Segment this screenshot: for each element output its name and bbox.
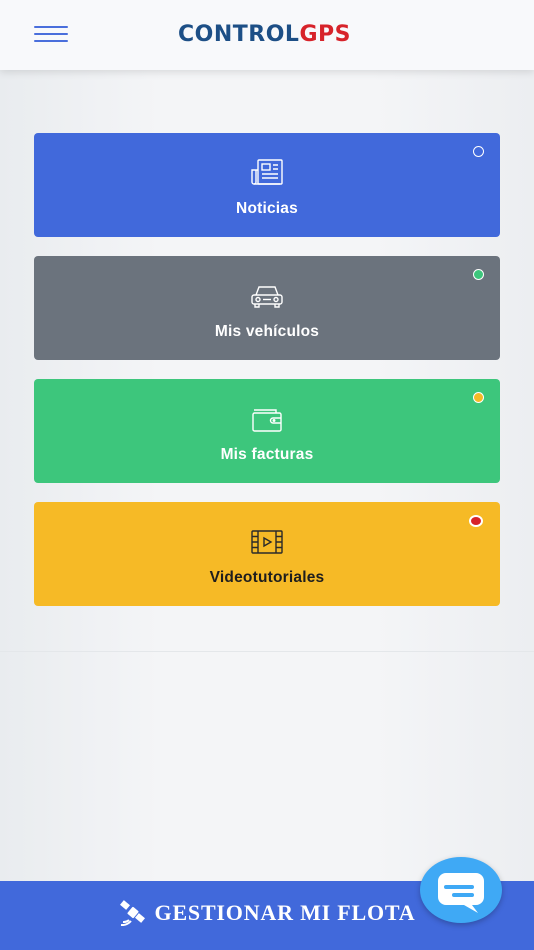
card-label: Noticias xyxy=(236,200,298,217)
status-dot xyxy=(473,146,484,157)
status-dot xyxy=(473,269,484,280)
menu-cards: Noticias Mis vehículos Mis facturas Vide… xyxy=(34,133,500,625)
status-dot xyxy=(469,515,483,527)
divider xyxy=(0,651,534,652)
card-label: Mis vehículos xyxy=(214,323,320,340)
card-mis-facturas[interactable]: Mis facturas xyxy=(34,379,500,483)
satellite-icon xyxy=(119,899,145,926)
car-icon xyxy=(251,286,283,308)
chat-bubble-icon xyxy=(438,873,484,913)
card-label: Videotutoriales xyxy=(209,569,325,586)
newspaper-icon xyxy=(251,159,283,185)
card-label: Mis facturas xyxy=(220,446,314,463)
logo-text-control: CONTROL xyxy=(178,22,300,47)
card-videotutoriales[interactable]: Videotutoriales xyxy=(34,502,500,606)
card-mis-vehiculos[interactable]: Mis vehículos xyxy=(34,256,500,360)
logo-text-gps: GPS xyxy=(299,22,351,47)
top-bar: CONTROLGPS xyxy=(0,0,534,70)
film-icon xyxy=(251,530,283,554)
app-logo: CONTROLGPS xyxy=(178,20,351,50)
status-dot xyxy=(473,392,484,403)
card-noticias[interactable]: Noticias xyxy=(34,133,500,237)
wallet-icon xyxy=(252,409,282,432)
manage-fleet-label: GESTIONAR MI FLOTA xyxy=(154,899,416,925)
hamburger-icon[interactable] xyxy=(34,24,70,44)
chat-button[interactable] xyxy=(420,857,502,923)
